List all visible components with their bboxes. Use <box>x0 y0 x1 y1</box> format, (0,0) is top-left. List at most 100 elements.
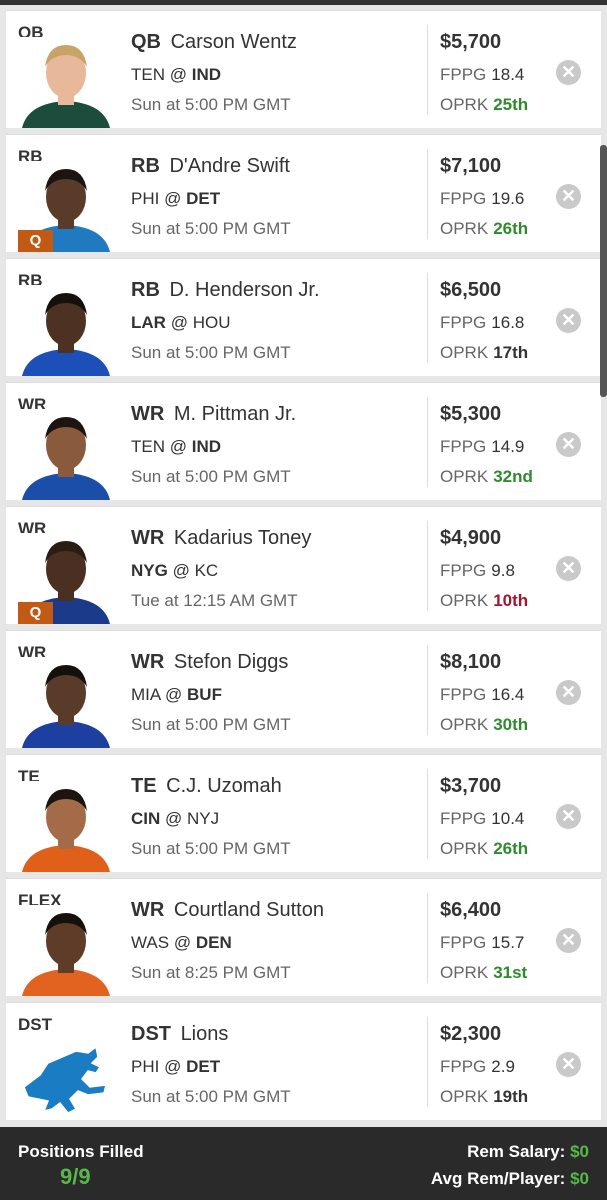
fppg-stat: FPPG 14.9 <box>440 437 524 457</box>
player-photo <box>18 409 114 500</box>
oprk-label: OPRK <box>440 839 489 858</box>
matchup: CIN @ NYJ <box>131 809 219 829</box>
roster-card[interactable]: WR Q WR Kadarius Toney NYG @ KC Tue at 1… <box>6 506 601 624</box>
player-salary: $3,700 <box>440 775 502 797</box>
player-name: Kadarius Toney <box>173 527 312 549</box>
remove-player-button[interactable]: ✕ <box>556 680 581 705</box>
oprk-stat: OPRK 25th <box>440 95 528 115</box>
player-name-line[interactable]: WR Kadarius Toney <box>131 527 311 550</box>
player-name-line[interactable]: RB D'Andre Swift <box>131 155 290 178</box>
player-photo <box>18 37 114 128</box>
avg-rem-player-value: $0 <box>570 1169 589 1188</box>
remove-player-button[interactable]: ✕ <box>556 308 581 333</box>
matchup: WAS @ DEN <box>131 933 232 953</box>
remove-player-button[interactable]: ✕ <box>556 60 581 85</box>
roster-card[interactable]: RB Q RB D'Andre Swift PHI @ DET Sun at 5… <box>6 134 601 252</box>
player-position: WR <box>131 899 165 921</box>
player-position: WR <box>131 403 165 425</box>
divider <box>427 273 428 363</box>
player-name-line[interactable]: RB D. Henderson Jr. <box>131 279 320 302</box>
close-icon: ✕ <box>560 930 577 950</box>
lion-logo-icon <box>23 1045 107 1114</box>
remove-player-button[interactable]: ✕ <box>556 804 581 829</box>
close-icon: ✕ <box>560 310 577 330</box>
game-time: Sun at 5:00 PM GMT <box>131 1087 291 1106</box>
fppg-label: FPPG <box>440 65 487 84</box>
oprk-stat: OPRK 17th <box>440 343 528 363</box>
positions-filled-label: Positions Filled <box>18 1142 144 1161</box>
fppg-label: FPPG <box>440 437 487 456</box>
at-symbol: @ <box>169 437 187 456</box>
player-name-line[interactable]: DST Lions <box>131 1023 228 1046</box>
fppg-stat: FPPG 18.4 <box>440 65 524 85</box>
player-salary: $7,100 <box>440 155 502 177</box>
fppg-label: FPPG <box>440 809 487 828</box>
roster-card[interactable]: WR WR M. Pittman Jr. TEN @ IND Sun at 5:… <box>6 382 601 500</box>
player-name: C.J. Uzomah <box>166 775 282 797</box>
remove-player-button[interactable]: ✕ <box>556 184 581 209</box>
roster-card[interactable]: DST DST Lions PHI @ DET Sun at 5:00 PM G… <box>6 1002 601 1120</box>
player-name-line[interactable]: QB Carson Wentz <box>131 31 297 54</box>
oprk-value: 32nd <box>493 467 533 486</box>
oprk-value: 31st <box>493 963 528 982</box>
opponent-abbr: KC <box>194 561 219 580</box>
close-icon: ✕ <box>560 434 577 454</box>
game-time: Sun at 5:00 PM GMT <box>131 95 291 114</box>
top-bar <box>0 0 607 5</box>
at-symbol: @ <box>173 933 192 952</box>
avg-rem-player-label: Avg Rem/Player: <box>430 1169 566 1188</box>
player-name: Courtland Sutton <box>173 899 324 921</box>
opponent-abbr: BUF <box>187 685 222 704</box>
roster-card[interactable]: QB QB Carson Wentz TEN @ IND Sun at 5:00… <box>6 10 601 128</box>
oprk-label: OPRK <box>440 343 489 362</box>
fppg-value: 18.4 <box>491 65 525 84</box>
fppg-value: 19.6 <box>491 189 525 208</box>
game-time: Sun at 5:00 PM GMT <box>131 467 291 486</box>
avg-rem-player: Avg Rem/Player: $0 <box>431 1169 589 1189</box>
remove-player-button[interactable]: ✕ <box>556 432 581 457</box>
player-name-line[interactable]: TE C.J. Uzomah <box>131 775 282 798</box>
remove-player-button[interactable]: ✕ <box>556 928 581 953</box>
player-name-line[interactable]: WR Stefon Diggs <box>131 651 288 674</box>
roster-card[interactable]: RB RB D. Henderson Jr. LAR @ HOU Sun at … <box>6 258 601 376</box>
team-abbr: LAR <box>131 313 166 332</box>
player-position: DST <box>131 1023 171 1045</box>
matchup: TEN @ IND <box>131 65 221 85</box>
player-name: Stefon Diggs <box>173 651 289 673</box>
at-symbol: @ <box>165 685 183 704</box>
positions-filled-value: 9/9 <box>60 1164 91 1189</box>
matchup: TEN @ IND <box>131 437 221 457</box>
player-name-line[interactable]: WR Courtland Sutton <box>131 899 324 922</box>
player-photo <box>18 905 114 996</box>
close-icon: ✕ <box>560 558 577 578</box>
player-position: RB <box>131 279 160 301</box>
divider <box>427 25 428 115</box>
remove-player-button[interactable]: ✕ <box>556 556 581 581</box>
oprk-value: 19th <box>493 1087 529 1106</box>
fppg-value: 16.4 <box>491 685 525 704</box>
fppg-value: 15.7 <box>491 933 525 952</box>
roster-card[interactable]: WR WR Stefon Diggs MIA @ BUF Sun at 5:00… <box>6 630 601 748</box>
matchup: PHI @ DET <box>131 189 220 209</box>
player-salary: $5,300 <box>440 403 502 425</box>
player-name-line[interactable]: WR M. Pittman Jr. <box>131 403 296 426</box>
scrollbar[interactable] <box>600 145 607 397</box>
team-abbr: TEN <box>131 65 165 84</box>
game-time: Sun at 5:00 PM GMT <box>131 715 291 734</box>
remove-player-button[interactable]: ✕ <box>556 1052 581 1077</box>
fppg-value: 9.8 <box>491 561 515 580</box>
team-abbr: PHI <box>131 1057 160 1076</box>
player-photo <box>18 781 114 872</box>
roster-card[interactable]: FLEX WR Courtland Sutton WAS @ DEN Sun a… <box>6 878 601 996</box>
fppg-label: FPPG <box>440 933 487 952</box>
at-symbol: @ <box>164 1057 182 1076</box>
fppg-value: 2.9 <box>491 1057 515 1076</box>
matchup: NYG @ KC <box>131 561 218 581</box>
injury-badge: Q <box>18 230 53 252</box>
oprk-value: 30th <box>493 715 529 734</box>
at-symbol: @ <box>165 809 183 828</box>
matchup: PHI @ DET <box>131 1057 220 1077</box>
player-name: M. Pittman Jr. <box>173 403 297 425</box>
player-name: D'Andre Swift <box>169 155 290 177</box>
roster-card[interactable]: TE TE C.J. Uzomah CIN @ NYJ Sun at 5:00 … <box>6 754 601 872</box>
